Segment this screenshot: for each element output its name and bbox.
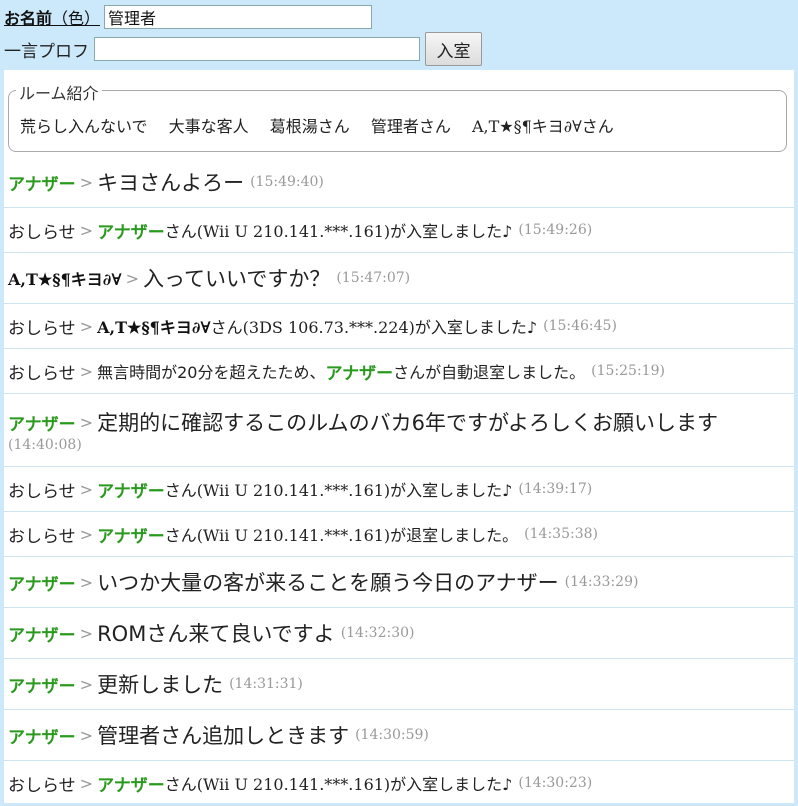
name-input[interactable]	[104, 5, 373, 29]
message-text: いつか大量の客が来ることを願う今日のアナザー	[97, 571, 559, 595]
message-text: さん(Wii U 210.141.***.161)が入室しました♪	[164, 222, 513, 241]
message-time: (15:25:19)	[591, 363, 665, 379]
message-time: (14:30:23)	[518, 775, 593, 791]
message-speaker: アナザー	[8, 727, 76, 748]
message-separator: >	[79, 773, 94, 793]
message-time: (14:35:38)	[524, 526, 598, 542]
system-message: おしらせ > 無言時間が20分を超えたため、 アナザー さんが自動退室しました。…	[4, 349, 794, 394]
chat-message: アナザー > 管理者さん追加しときます (14:30:59)	[4, 710, 794, 761]
message-text: 入っていいですか？	[143, 267, 331, 291]
chat-panel: ルーム紹介 荒らし入んないで 大事な客人 葛根湯さん 管理者さん A,T★§¶キ…	[4, 70, 794, 806]
login-form: お名前（色） 一言プロフ 入室	[0, 0, 798, 66]
message-separator: >	[79, 479, 94, 499]
message-speaker: おしらせ	[8, 481, 76, 502]
message-separator: >	[79, 524, 94, 544]
message-user-name: アナザー	[97, 775, 165, 796]
room-intro: ルーム紹介 荒らし入んないで 大事な客人 葛根湯さん 管理者さん A,T★§¶キ…	[8, 80, 787, 152]
message-speaker: アナザー	[8, 174, 76, 195]
message-speaker: A,T★§¶キヨ∂∀	[8, 270, 122, 289]
message-separator: >	[79, 220, 94, 240]
message-user-name: A,T★§¶キヨ∂∀	[97, 318, 211, 337]
message-list: アナザー > キヨさんよろー (15:49:40) おしらせ > アナザー さん…	[4, 157, 794, 806]
message-text: 更新しました	[97, 673, 224, 697]
name-row: お名前（色）	[4, 2, 798, 32]
message-user-name: アナザー	[97, 526, 165, 547]
profile-row: 一言プロフ 入室	[4, 32, 798, 66]
message-speaker: アナザー	[8, 676, 76, 697]
message-speaker: おしらせ	[8, 222, 76, 243]
message-separator: >	[79, 725, 94, 745]
message-time: (15:49:40)	[250, 174, 324, 190]
room-user: A,T★§¶キヨ∂∀さん	[471, 117, 614, 136]
message-time: (14:33:29)	[564, 574, 639, 590]
message-text: さんが自動退室しました。	[393, 363, 586, 382]
system-message: おしらせ > アナザー さん(Wii U 210.141.***.161)が入室…	[4, 761, 794, 806]
message-time: (15:49:26)	[518, 222, 593, 238]
room-user: 荒らし入んないで	[20, 117, 148, 136]
message-separator: >	[79, 623, 94, 643]
message-time: (14:30:59)	[355, 727, 429, 743]
message-separator: >	[125, 268, 139, 288]
message-separator: >	[79, 674, 94, 694]
message-text: キヨさんよろー	[97, 171, 245, 195]
chat-message: アナザー > いつか大量の客が来ることを願う今日のアナザー (14:33:29)	[4, 557, 794, 608]
system-message: おしらせ > A,T★§¶キヨ∂∀ さん(3DS 106.73.***.224)…	[4, 304, 794, 349]
message-text: さん(Wii U 210.141.***.161)が入室しました♪	[164, 775, 513, 794]
room-user: 大事な客人	[168, 117, 249, 136]
room-user: 管理者さん	[370, 117, 451, 136]
message-text: さん(Wii U 210.141.***.161)が入室しました♪	[164, 481, 513, 500]
message-separator: >	[79, 412, 94, 432]
message-speaker: アナザー	[8, 574, 76, 595]
message-separator: >	[79, 172, 94, 192]
name-color-label: （色）	[52, 9, 101, 28]
enter-room-button[interactable]: 入室	[425, 32, 482, 66]
message-speaker: おしらせ	[8, 526, 76, 547]
message-speaker: おしらせ	[8, 318, 76, 339]
message-separator: >	[79, 572, 94, 592]
room-intro-title: ルーム紹介	[16, 80, 102, 104]
message-time: (15:46:45)	[543, 318, 617, 334]
message-user-name: アナザー	[325, 363, 394, 384]
message-user-name: アナザー	[97, 222, 165, 243]
message-prefix: 無言時間が20分を超えたため、	[97, 363, 326, 382]
profile-label: 一言プロフ	[4, 41, 89, 62]
message-text: 定期的に確認するこのルムのバカ6年ですがよろしくお願いします	[97, 411, 718, 435]
message-speaker: アナザー	[8, 414, 76, 435]
message-text: さん(Wii U 210.141.***.161)が退室しました。	[164, 526, 519, 545]
system-message: おしらせ > アナザー さん(Wii U 210.141.***.161)が退室…	[4, 512, 794, 557]
message-text: ROMさん来て良いですよ	[97, 622, 335, 646]
message-text: さん(3DS 106.73.***.224)が入室しました♪	[210, 318, 538, 337]
chat-message: アナザー > キヨさんよろー (15:49:40)	[4, 157, 794, 208]
name-label[interactable]: お名前（色）	[4, 5, 100, 29]
message-time: (14:31:31)	[229, 676, 303, 692]
room-user: 葛根湯さん	[269, 117, 350, 136]
message-text: 管理者さん追加しときます	[97, 724, 350, 748]
message-speaker: おしらせ	[8, 775, 76, 796]
message-time: (14:40:08)	[8, 437, 82, 453]
message-user-name: アナザー	[97, 481, 165, 502]
message-time: (14:39:17)	[518, 481, 593, 497]
message-time: (15:47:07)	[336, 270, 411, 286]
room-user-list: 荒らし入んないで 大事な客人 葛根湯さん 管理者さん A,T★§¶キヨ∂∀さん	[20, 113, 630, 137]
message-speaker: おしらせ	[8, 363, 76, 384]
profile-input[interactable]	[94, 37, 420, 61]
message-speaker: アナザー	[8, 625, 76, 646]
message-separator: >	[79, 316, 94, 336]
message-separator: >	[79, 361, 94, 381]
message-time: (14:32:30)	[340, 625, 415, 641]
chat-message: アナザー > ROMさん来て良いですよ (14:32:30)	[4, 608, 794, 659]
name-label-text: お名前	[4, 9, 53, 28]
system-message: おしらせ > アナザー さん(Wii U 210.141.***.161)が入室…	[4, 208, 794, 253]
chat-message: アナザー > 更新しました (14:31:31)	[4, 659, 794, 710]
chat-message: アナザー > 定期的に確認するこのルムのバカ6年ですがよろしくお願いします (1…	[4, 394, 794, 467]
chat-message: A,T★§¶キヨ∂∀ > 入っていいですか？ (15:47:07)	[4, 253, 794, 304]
system-message: おしらせ > アナザー さん(Wii U 210.141.***.161)が入室…	[4, 467, 794, 512]
